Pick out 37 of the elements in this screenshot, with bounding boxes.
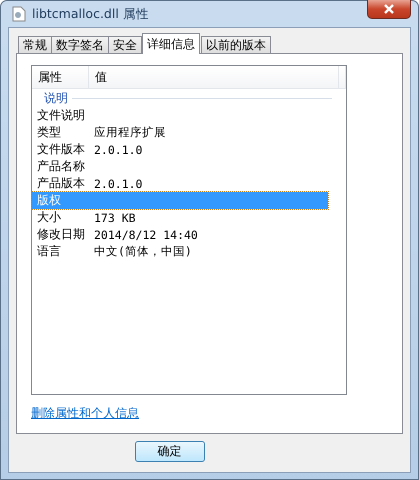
- property-name: 修改日期: [37, 226, 86, 243]
- property-value: 应用程序扩展: [94, 125, 166, 140]
- tab[interactable]: 详细信息: [142, 33, 200, 54]
- list-row[interactable]: 修改日期 2014/8/12 14:40: [32, 226, 328, 243]
- property-name: 版权: [37, 192, 62, 209]
- property-value: 2.0.1.0: [94, 176, 142, 190]
- tab[interactable]: 数字签名: [51, 36, 109, 54]
- list-row[interactable]: 语言 中文(简体，中国): [32, 243, 328, 260]
- list-row[interactable]: 大小 173 KB: [32, 209, 328, 226]
- property-name: 文件说明: [37, 107, 86, 124]
- property-name: 类型: [37, 124, 62, 141]
- remove-properties-link[interactable]: 删除属性和个人信息: [31, 405, 139, 422]
- window-title: libtcmalloc.dll 属性: [32, 6, 149, 22]
- property-name: 文件版本: [37, 141, 86, 158]
- group-header: 说明: [44, 90, 68, 106]
- file-icon: [12, 6, 26, 22]
- property-name: 产品名称: [37, 158, 86, 175]
- list-row[interactable]: 产品名称: [32, 158, 328, 175]
- list-row[interactable]: 文件版本 2.0.1.0: [32, 141, 328, 158]
- close-icon: [383, 4, 395, 14]
- property-value: 2.0.1.0: [94, 142, 142, 156]
- property-name: 产品版本: [37, 175, 86, 192]
- ok-button[interactable]: 确定: [134, 441, 204, 462]
- column-header[interactable]: 值: [89, 66, 339, 88]
- property-value: 2014/8/12 14:40: [94, 228, 198, 242]
- list-row[interactable]: 类型 应用程序扩展: [32, 124, 328, 141]
- tab[interactable]: 安全: [108, 36, 142, 54]
- list-row[interactable]: 产品版本 2.0.1.0: [32, 175, 328, 192]
- property-value: 中文(简体，中国): [94, 244, 192, 259]
- tab[interactable]: 以前的版本: [201, 36, 271, 54]
- list-row[interactable]: 文件说明: [32, 107, 328, 124]
- property-value: 173 KB: [94, 210, 136, 224]
- close-button[interactable]: [367, 0, 411, 19]
- property-name: 大小: [37, 209, 62, 226]
- column-header[interactable]: 属性: [32, 66, 89, 88]
- tab[interactable]: 常规: [18, 36, 52, 54]
- property-name: 语言: [37, 243, 62, 260]
